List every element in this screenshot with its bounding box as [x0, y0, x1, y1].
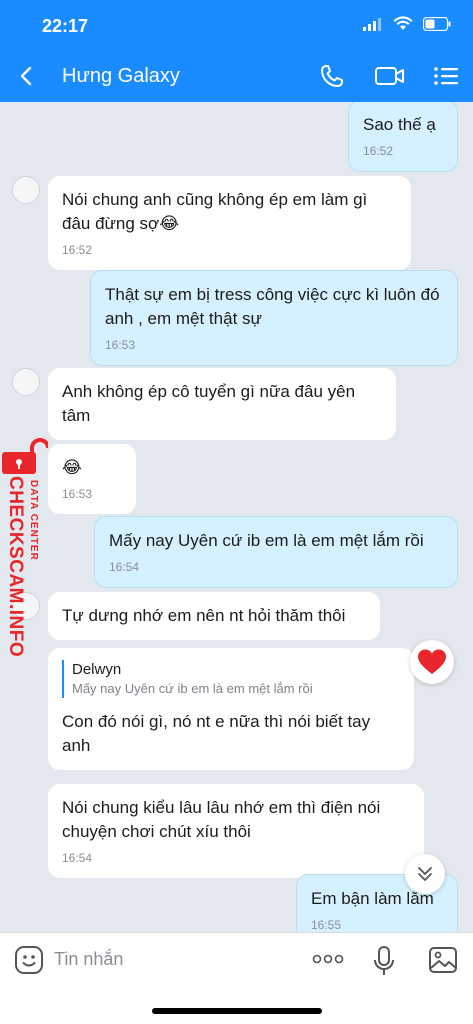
- message-bubble-incoming[interactable]: Tự dưng nhớ em nên nt hỏi thăm thôi: [48, 592, 380, 640]
- avatar[interactable]: [12, 176, 40, 204]
- message-time: 16:53: [62, 487, 93, 501]
- message-bubble-incoming[interactable]: 😂 16:53: [48, 444, 136, 514]
- watermark-subtitle: DATA CENTER: [28, 480, 39, 561]
- video-call-button[interactable]: [374, 62, 404, 90]
- message-time: 16:54: [109, 560, 140, 574]
- message-bubble-outgoing[interactable]: Thật sự em bị tress công việc cực kì luô…: [90, 270, 458, 366]
- message-text: Thật sự em bị tress công việc cực kì luô…: [105, 285, 440, 328]
- chat-title[interactable]: Hưng Galaxy: [62, 65, 180, 88]
- call-button[interactable]: [318, 62, 348, 90]
- image-icon: [429, 947, 457, 973]
- battery-icon: [423, 16, 451, 31]
- message-text: 😂: [62, 458, 82, 477]
- message-input[interactable]: Tin nhắn: [54, 949, 123, 970]
- message-bubble-incoming[interactable]: Nói chung kiểu lâu lâu nhớ em thì điện n…: [48, 784, 424, 878]
- message-time: 16:53: [105, 338, 136, 352]
- quoted-message[interactable]: Delwyn Mấy nay Uyên cứ ib em là em mệt l…: [62, 660, 400, 698]
- video-camera-icon: [375, 67, 404, 85]
- message-text: Mấy nay Uyên cứ ib em là em mệt lắm rồi: [109, 531, 424, 550]
- quoted-author: Delwyn: [72, 661, 122, 678]
- emoji-icon: [15, 946, 43, 974]
- signal-icon: [363, 17, 381, 31]
- menu-button[interactable]: [432, 62, 462, 90]
- wifi-icon: [393, 16, 413, 30]
- list-menu-icon: [434, 67, 458, 85]
- message-text: Tự dưng nhớ em nên nt hỏi thăm thôi: [62, 606, 346, 625]
- back-button[interactable]: [14, 62, 40, 90]
- message-bubble-reply[interactable]: Delwyn Mấy nay Uyên cứ ib em là em mệt l…: [48, 648, 414, 770]
- heart-reaction-icon: [418, 649, 446, 674]
- phone-icon: [321, 65, 343, 87]
- more-dots-icon: [312, 954, 344, 964]
- message-bubble-outgoing[interactable]: Mấy nay Uyên cứ ib em là em mệt lắm rồi …: [94, 516, 458, 588]
- microphone-icon: [374, 946, 394, 975]
- message-bubble-outgoing[interactable]: Sao thế ạ 16:52: [348, 102, 458, 172]
- message-text: Sao thế ạ: [363, 115, 436, 134]
- chevron-down-icon: [418, 867, 432, 881]
- message-bubble-incoming[interactable]: Nói chung anh cũng không ép em làm gì đâ…: [48, 176, 411, 270]
- message-time: 16:52: [363, 144, 394, 158]
- quoted-text: Mấy nay Uyên cứ ib em là em mệt lắm rồi: [72, 681, 313, 696]
- message-time: 16:52: [62, 243, 93, 257]
- message-time: 16:55: [311, 918, 342, 932]
- lock-icon: [2, 438, 48, 474]
- status-time: 22:17: [42, 16, 89, 36]
- message-time: 16:54: [62, 851, 93, 865]
- message-text: Nói chung kiểu lâu lâu nhớ em thì điện n…: [62, 798, 381, 841]
- home-indicator: [152, 1008, 322, 1014]
- watermark: CHECKSCAM.INFO DATA CENTER: [0, 436, 50, 666]
- emoji-button[interactable]: [14, 945, 44, 980]
- message-text: Anh không ép cô tuyển gì nữa đâu yên tâm: [62, 382, 356, 425]
- voice-record-button[interactable]: [372, 945, 396, 982]
- image-picker-button[interactable]: [428, 945, 458, 980]
- back-arrow-icon: [20, 66, 32, 86]
- chat-messages[interactable]: Sao thế ạ 16:52 Nói chung anh cũng không…: [0, 102, 473, 932]
- watermark-brand: CHECKSCAM.INFO: [5, 476, 26, 658]
- status-icons: [363, 16, 451, 31]
- chat-header: Hưng Galaxy: [0, 50, 473, 102]
- status-bar: 22:17: [0, 0, 473, 50]
- scroll-to-bottom-button[interactable]: [405, 854, 445, 894]
- message-bubble-incoming[interactable]: Anh không ép cô tuyển gì nữa đâu yên tâm: [48, 368, 396, 440]
- avatar[interactable]: [12, 368, 40, 396]
- message-text: Con đó nói gì, nó nt e nữa thì nói biết …: [62, 712, 371, 755]
- heart-reaction-button[interactable]: [410, 640, 454, 684]
- more-options-button[interactable]: [312, 949, 344, 974]
- message-text: Nói chung anh cũng không ép em làm gì đâ…: [62, 190, 368, 233]
